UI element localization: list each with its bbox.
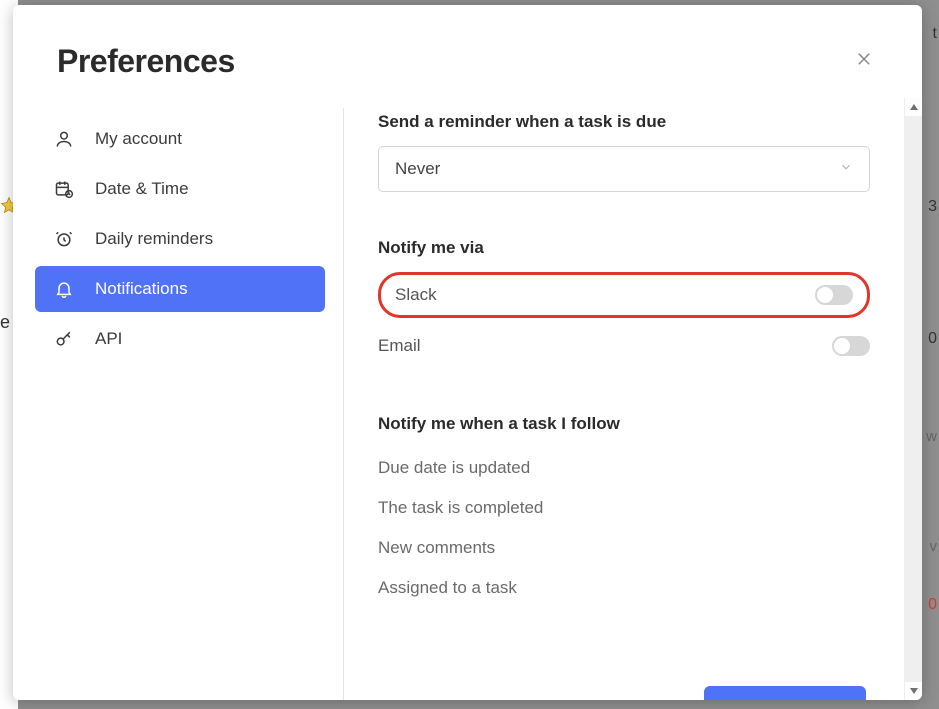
- bg-text: 3: [928, 198, 937, 216]
- notify-channel-email: Email: [378, 326, 870, 366]
- preferences-modal: Preferences My account Date & Time: [13, 5, 922, 700]
- bg-text: 0: [928, 596, 937, 614]
- email-toggle[interactable]: [832, 336, 870, 356]
- follow-event-assigned[interactable]: Assigned to a task: [378, 568, 870, 608]
- notify-channel-slack: Slack: [395, 281, 853, 309]
- sidebar-item-label: Date & Time: [95, 179, 189, 199]
- sidebar-item-label: Notifications: [95, 279, 188, 299]
- key-icon: [53, 328, 75, 350]
- bell-icon: [53, 278, 75, 300]
- follow-event-comments[interactable]: New comments: [378, 528, 870, 568]
- section-title-follow: Notify me when a task I follow: [378, 414, 870, 434]
- sidebar: My account Date & Time Daily reminders N…: [13, 98, 343, 700]
- close-button[interactable]: [850, 48, 878, 76]
- calendar-clock-icon: [53, 178, 75, 200]
- user-icon: [53, 128, 75, 150]
- toggle-knob: [817, 287, 833, 303]
- highlight-annotation: Slack: [378, 272, 870, 318]
- settings-panel: Send a reminder when a task is due Never…: [344, 98, 904, 700]
- scroll-up-button[interactable]: [905, 98, 923, 116]
- follow-event-completed[interactable]: The task is completed: [378, 488, 870, 528]
- sidebar-item-notifications[interactable]: Notifications: [35, 266, 325, 312]
- primary-action-button[interactable]: [704, 686, 866, 700]
- close-icon: [855, 50, 873, 73]
- sidebar-item-label: Daily reminders: [95, 229, 213, 249]
- select-value: Never: [395, 159, 440, 179]
- modal-title: Preferences: [57, 43, 235, 80]
- channel-label: Email: [378, 336, 421, 356]
- bg-text: e: [0, 312, 14, 333]
- sidebar-item-date-time[interactable]: Date & Time: [35, 166, 325, 212]
- sidebar-item-label: My account: [95, 129, 182, 149]
- scrollbar[interactable]: [904, 98, 922, 700]
- modal-body: My account Date & Time Daily reminders N…: [13, 98, 922, 700]
- bg-text: t: [933, 25, 937, 43]
- sidebar-item-daily-reminders[interactable]: Daily reminders: [35, 216, 325, 262]
- slack-toggle[interactable]: [815, 285, 853, 305]
- section-title-reminder: Send a reminder when a task is due: [378, 112, 870, 132]
- chevron-down-icon: [839, 159, 853, 179]
- sidebar-item-my-account[interactable]: My account: [35, 116, 325, 162]
- channel-label: Slack: [395, 285, 437, 305]
- sidebar-item-label: API: [95, 329, 122, 349]
- bg-text: w: [926, 428, 937, 445]
- sidebar-item-api[interactable]: API: [35, 316, 325, 362]
- follow-event-due-date[interactable]: Due date is updated: [378, 448, 870, 488]
- section-title-notify-via: Notify me via: [378, 238, 870, 258]
- reminder-select[interactable]: Never: [378, 146, 870, 192]
- alarm-clock-icon: [53, 228, 75, 250]
- bg-text: 0: [928, 330, 937, 348]
- modal-header: Preferences: [13, 5, 922, 98]
- bg-text: v: [930, 538, 938, 555]
- content-wrap: Send a reminder when a task is due Never…: [344, 98, 922, 700]
- toggle-knob: [834, 338, 850, 354]
- scroll-down-button[interactable]: [905, 682, 923, 700]
- scroll-track[interactable]: [905, 116, 923, 682]
